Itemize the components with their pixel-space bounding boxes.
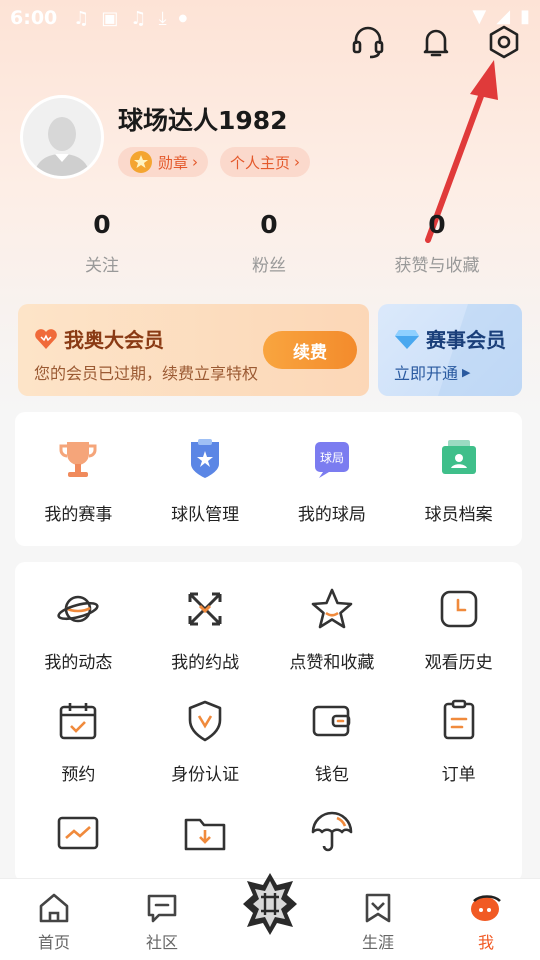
status-time: 6:00: [10, 7, 58, 29]
team-management-item[interactable]: 球队管理: [142, 412, 269, 525]
homepage-chip-label: 个人主页: [230, 153, 291, 172]
cell-label: 我的球局: [297, 505, 366, 525]
dot-icon: ●: [178, 12, 188, 24]
orders-item[interactable]: 订单: [395, 674, 522, 786]
vip-membership-card[interactable]: 我奥大会员 您的会员已过期，续费立享特权 续费: [18, 304, 369, 396]
cell-label: 我的约战: [171, 653, 240, 673]
nav-label: 我: [477, 933, 494, 952]
career-icon: [365, 893, 391, 923]
game-icon: 球局: [309, 436, 355, 482]
diamond-icon: [395, 329, 419, 349]
wallet-item[interactable]: 钱包: [269, 674, 396, 786]
medal-icon: [130, 151, 152, 173]
badge-chip-label: 勋章: [158, 153, 189, 172]
clock-icon: [436, 586, 482, 632]
cell-label: 球员档案: [424, 505, 493, 525]
settings-gear-icon[interactable]: [484, 22, 524, 62]
identity-verification-item[interactable]: 身份认证: [142, 674, 269, 786]
cell-label: 身份认证: [171, 765, 240, 785]
badge-chip[interactable]: 勋章 ›: [118, 147, 209, 177]
cell-label: 球队管理: [171, 505, 240, 525]
player-profile-icon: [436, 436, 482, 482]
my-games-item[interactable]: 球局 我的球局: [269, 412, 396, 525]
stat-label: 关注: [85, 256, 119, 276]
my-matches-item[interactable]: 我的赛事: [15, 412, 142, 525]
notification-bell-icon[interactable]: [416, 22, 456, 62]
nav-me[interactable]: 我: [432, 879, 540, 960]
bottom-navigation: 首页 社区 生涯 我: [0, 873, 540, 960]
stat-likes-favorites[interactable]: 0 获赞与收藏: [334, 210, 540, 276]
my-battles-item[interactable]: 我的约战: [142, 562, 269, 674]
feature-panel: 我的动态 我的约战 点赞和收藏 观看历史 预约 身份认证 钱包 订单: [15, 562, 522, 882]
stat-label: 粉丝: [252, 256, 286, 276]
music-notification-icon-2: ♫: [130, 7, 147, 29]
stats-row: 0 关注 0 粉丝 0 获赞与收藏: [0, 210, 540, 276]
game-icon-text: 球局: [320, 451, 344, 465]
customer-service-headset-icon[interactable]: [348, 22, 388, 62]
nav-career[interactable]: 生涯: [324, 879, 432, 960]
stat-label: 获赞与收藏: [394, 256, 480, 276]
chevron-right-icon: ›: [294, 153, 301, 171]
stat-following[interactable]: 0 关注: [0, 210, 204, 276]
star-icon: [309, 586, 355, 632]
stat-fans[interactable]: 0 粉丝: [204, 210, 334, 276]
stat-value: 0: [93, 210, 111, 239]
cell-label: 点赞和收藏: [289, 653, 375, 673]
cell-label: 钱包: [314, 765, 349, 785]
battle-icon: [182, 586, 228, 632]
my-posts-item[interactable]: 我的动态: [15, 562, 142, 674]
avatar[interactable]: [20, 95, 104, 179]
download-notification-icon: ⤓: [158, 7, 167, 29]
chevron-right-icon: ›: [192, 153, 199, 171]
event-vip-subtitle: 立即开通: [394, 364, 459, 383]
cell-label: 订单: [441, 765, 476, 785]
nav-community[interactable]: 社区: [108, 879, 216, 960]
stat-value: 0: [260, 210, 278, 239]
username: 球场达人1982: [118, 106, 288, 135]
download-folder-icon: [182, 810, 228, 856]
umbrella-icon: [309, 810, 355, 856]
appointment-item[interactable]: 预约: [15, 674, 142, 786]
image-notification-icon: ▣: [101, 7, 119, 29]
center-logo-icon: [240, 869, 300, 939]
vip-title: 我奥大会员: [64, 328, 164, 352]
nav-home[interactable]: 首页: [0, 879, 108, 960]
order-icon: [436, 698, 482, 744]
team-shield-icon: [182, 436, 228, 482]
calendar-icon: [55, 698, 101, 744]
community-icon: [147, 894, 177, 923]
quick-panel: 我的赛事 球队管理 球局 我的球局 球员档案: [15, 412, 522, 546]
wallet-icon: [309, 698, 355, 744]
cell-label: 我的赛事: [44, 505, 113, 525]
homepage-chip[interactable]: 个人主页 ›: [220, 147, 311, 177]
player-profile-item[interactable]: 球员档案: [395, 412, 522, 525]
nav-label: 首页: [37, 933, 70, 952]
renew-button[interactable]: 续费: [263, 331, 357, 369]
caret-right-icon: ▶: [462, 365, 471, 379]
nav-label: 生涯: [361, 933, 394, 952]
vip-subtitle: 您的会员已过期，续费立享特权: [34, 364, 259, 383]
trophy-icon: [55, 436, 101, 482]
cell-label: 观看历史: [424, 653, 493, 673]
event-membership-card[interactable]: 赛事会员 立即开通 ▶: [378, 304, 522, 396]
profile-section: 球场达人1982 勋章 › 个人主页 ›: [20, 95, 311, 179]
home-icon: [39, 893, 69, 923]
trend-icon: [55, 810, 101, 856]
planet-icon: [55, 586, 101, 632]
verify-shield-icon: [182, 698, 228, 744]
event-vip-title: 赛事会员: [426, 328, 506, 352]
cell-label: 预约: [61, 765, 96, 785]
nav-label: 社区: [145, 933, 178, 952]
vip-heart-icon: [35, 328, 57, 349]
nav-center-logo[interactable]: [216, 873, 324, 960]
cell-label: 我的动态: [44, 653, 113, 673]
music-notification-icon: ♫: [73, 7, 90, 29]
likes-favorites-item[interactable]: 点赞和收藏: [269, 562, 396, 674]
stat-value: 0: [428, 210, 446, 239]
me-icon: [471, 895, 501, 921]
watch-history-item[interactable]: 观看历史: [395, 562, 522, 674]
